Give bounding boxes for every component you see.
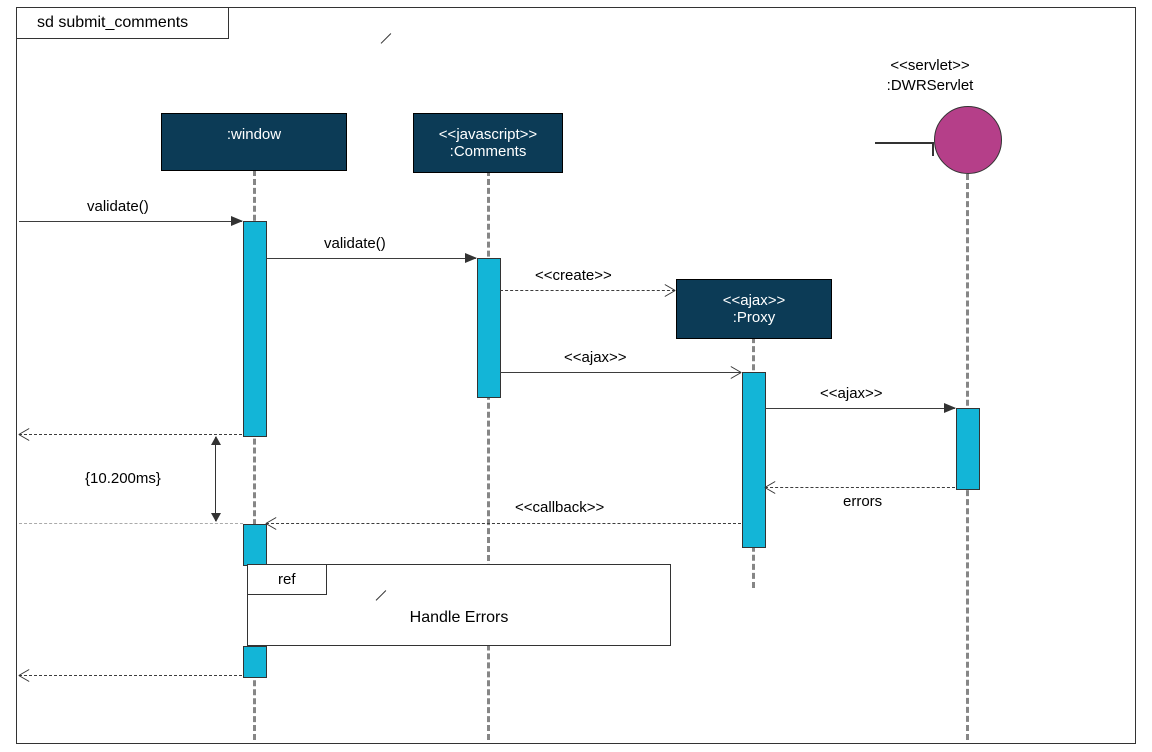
message-callback — [266, 523, 741, 524]
ref-label-text: ref — [278, 571, 296, 588]
message-create-label: <<create>> — [535, 267, 612, 284]
message-ajax-2 — [765, 408, 955, 409]
message-validate-2-label: validate() — [324, 235, 386, 252]
proxy-participant: <<ajax>> :Proxy — [676, 279, 832, 339]
return-window-1 — [19, 434, 242, 435]
servlet-activation — [956, 408, 980, 490]
message-ajax-2-label: <<ajax>> — [820, 385, 883, 402]
proxy-activation — [742, 372, 766, 548]
proxy-name: :Proxy — [685, 309, 823, 326]
servlet-interface-circle — [934, 106, 1002, 174]
comments-stereotype: <<javascript>> — [422, 126, 554, 143]
servlet-label: <<servlet>> :DWRServlet — [870, 56, 990, 95]
comments-lifeline — [487, 170, 490, 740]
message-ajax-1-label: <<ajax>> — [564, 349, 627, 366]
frame-title-notch — [371, 23, 392, 44]
message-create — [500, 290, 675, 291]
ref-content-text: Handle Errors — [248, 609, 670, 627]
message-ajax-1 — [500, 372, 741, 373]
comments-name: :Comments — [422, 143, 554, 160]
proxy-stereotype: <<ajax>> — [685, 292, 823, 309]
message-validate-1-label: validate() — [87, 198, 149, 215]
servlet-name: :DWRServlet — [870, 76, 990, 96]
frame-title-text: sd submit_comments — [37, 14, 188, 31]
window-activation-3 — [243, 646, 267, 678]
comments-activation — [477, 258, 501, 398]
message-callback-label: <<callback>> — [515, 499, 604, 516]
ref-frame-label: ref — [248, 565, 327, 595]
message-callback-guide — [19, 523, 243, 524]
message-validate-1 — [19, 221, 242, 222]
window-participant: :window — [161, 113, 347, 171]
window-activation-2 — [243, 524, 267, 566]
message-errors-label: errors — [843, 493, 882, 510]
message-ajax-2-arrow — [944, 403, 956, 413]
sequence-diagram: sd submit_comments <<servlet>> :DWRServl… — [0, 0, 1152, 752]
servlet-connector-bar — [875, 142, 933, 144]
ref-frame-notch — [366, 580, 387, 601]
message-validate-2-arrow — [465, 253, 477, 263]
message-validate-1-arrow — [231, 216, 243, 226]
window-activation-1 — [243, 221, 267, 437]
message-errors — [765, 487, 955, 488]
return-window-2 — [19, 675, 242, 676]
frame-title: sd submit_comments — [17, 8, 229, 39]
ref-frame: ref Handle Errors — [247, 564, 671, 646]
comments-participant: <<javascript>> :Comments — [413, 113, 563, 173]
servlet-stereotype: <<servlet>> — [870, 56, 990, 76]
time-constraint-arrow — [215, 437, 216, 521]
time-constraint-label: {10.200ms} — [85, 470, 161, 487]
window-name: :window — [170, 126, 338, 143]
message-validate-2 — [266, 258, 476, 259]
